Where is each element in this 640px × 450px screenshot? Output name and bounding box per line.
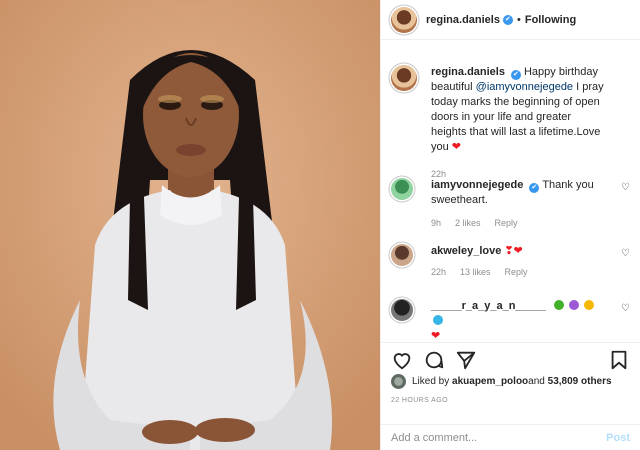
share-icon[interactable] — [455, 349, 477, 371]
author-username[interactable]: regina.daniels — [426, 14, 500, 26]
likes-middle: and — [528, 376, 545, 387]
commenter-avatar[interactable] — [391, 178, 413, 200]
comment-text: iamyvonnejegede ✔ Thank you sweetheart. — [431, 178, 608, 208]
header-separator: • — [516, 13, 521, 26]
heart-icon[interactable] — [391, 349, 413, 371]
blue-heart-emoji — [433, 315, 443, 325]
commenter-username[interactable]: iamyvonnejegede — [431, 179, 523, 191]
likes-prefix: Liked by — [412, 376, 450, 387]
liker-username[interactable]: akuapem_poloo — [452, 376, 528, 387]
red-heart-emoji: ❤ — [431, 330, 441, 341]
comment-text: akweley_love ❣❤ — [431, 244, 608, 259]
reply-button[interactable]: Reply — [505, 267, 528, 277]
comment-time[interactable]: 9h — [431, 218, 441, 228]
commenter-avatar[interactable] — [391, 299, 413, 321]
bookmark-icon[interactable] — [608, 349, 630, 371]
comment-meta: 9h 2 likes Reply — [431, 218, 630, 228]
verified-badge-icon: ✔ — [529, 183, 540, 193]
comment-icon[interactable] — [423, 349, 445, 371]
post-actions-bar — [381, 342, 640, 376]
post-timestamp[interactable]: 22 HOURS AGO — [391, 397, 448, 404]
verified-badge-icon: ✔ — [502, 14, 513, 25]
green-heart-emoji — [554, 300, 565, 310]
comment-like-heart-icon[interactable]: ♡ — [621, 182, 630, 193]
caption-comment: regina.daniels ✔ Happy birthday beautiful … — [391, 65, 630, 179]
caption-mention-link[interactable]: @iamyvonnejegede — [476, 81, 573, 93]
heart-exclamation-emoji: ❣❤ — [504, 245, 523, 257]
comment-likes[interactable]: 13 likes — [460, 267, 491, 277]
post-header: regina.daniels ✔ • Following — [381, 0, 640, 40]
comment-likes[interactable]: 2 likes — [455, 218, 481, 228]
post-side-panel: regina.daniels ✔ • Following regina.dani… — [380, 0, 640, 450]
post-comment-button[interactable]: Post — [606, 432, 630, 444]
caption-text: regina.daniels ✔ Happy birthday beautiful … — [431, 65, 608, 155]
comment-item: _____r_a_y_a_n_____ ❤ ♡ — [391, 299, 630, 341]
comment-item: akweley_love ❣❤ ♡ 22h 13 likes Reply — [391, 244, 630, 277]
caption-avatar[interactable] — [391, 65, 417, 91]
liker-avatar[interactable] — [391, 374, 406, 389]
comment-like-heart-icon[interactable]: ♡ — [621, 248, 630, 259]
add-comment-bar: Post — [381, 424, 640, 450]
comments-list: regina.daniels ✔ Happy birthday beautiful … — [381, 41, 640, 341]
likes-count[interactable]: 53,809 others — [548, 376, 612, 387]
commenter-avatar[interactable] — [391, 244, 413, 266]
commenter-username[interactable]: _____r_a_y_a_n_____ — [431, 300, 546, 312]
author-avatar[interactable] — [391, 6, 417, 33]
comment-item: iamyvonnejegede ✔ Thank you sweetheart. ♡ … — [391, 178, 630, 228]
comment-input[interactable] — [391, 431, 607, 444]
following-button[interactable]: Following — [525, 14, 576, 26]
comment-meta: 22h 13 likes Reply — [431, 267, 630, 277]
likes-summary: Liked by akuapem_poloo and 53,809 others — [391, 374, 630, 389]
comment-text: _____r_a_y_a_n_____ ❤ — [431, 299, 608, 341]
red-heart-emoji: ❤ — [451, 141, 462, 153]
reply-button[interactable]: Reply — [495, 218, 518, 228]
comment-time[interactable]: 22h — [431, 267, 446, 277]
portrait-illustration — [0, 0, 380, 450]
post-image[interactable] — [0, 0, 380, 450]
verified-badge-icon: ✔ — [510, 70, 521, 80]
comment-like-heart-icon[interactable]: ♡ — [621, 303, 630, 314]
yellow-heart-emoji — [584, 300, 595, 310]
purple-heart-emoji — [569, 300, 580, 310]
caption-username[interactable]: regina.daniels — [431, 66, 505, 78]
commenter-username[interactable]: akweley_love — [431, 245, 501, 257]
